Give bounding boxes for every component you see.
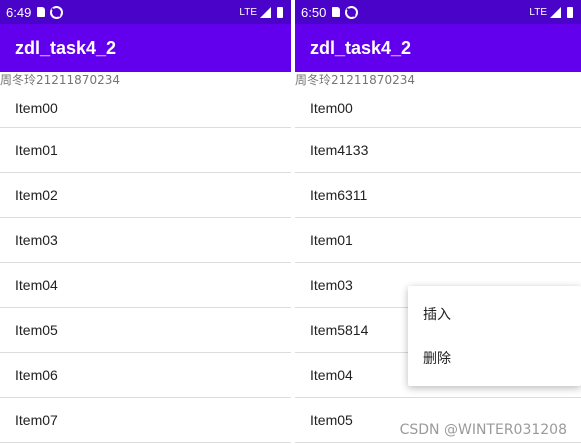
app-bar: zdl_task4_2	[0, 24, 291, 72]
battery-icon	[277, 6, 283, 18]
watermark: CSDN @WINTER031208	[399, 422, 567, 438]
menu-item-insert[interactable]: 插入	[408, 292, 581, 336]
network-type: LTE	[529, 6, 547, 18]
status-right: LTE	[529, 6, 573, 18]
list-item[interactable]: Item01	[0, 128, 291, 173]
app-title: zdl_task4_2	[310, 37, 412, 58]
list-item[interactable]: Item02	[0, 173, 291, 218]
status-time: 6:49	[6, 4, 32, 20]
sim-card-icon	[332, 7, 341, 17]
item-list[interactable]: Item00 Item01 Item02 Item03 Item04 Item0…	[0, 89, 291, 443]
list-item[interactable]: Item01	[295, 218, 581, 263]
list-item[interactable]: Item4133	[295, 128, 581, 173]
app-bar: zdl_task4_2	[295, 24, 581, 72]
status-bar: 6:49 LTE	[0, 0, 291, 24]
status-time: 6:50	[301, 4, 327, 20]
list-item[interactable]: Item03	[0, 218, 291, 263]
sim-card-icon	[37, 7, 46, 17]
battery-icon	[567, 6, 573, 18]
list-item[interactable]: Item00	[295, 89, 581, 128]
signal-icon	[550, 6, 561, 18]
do-not-disturb-icon	[345, 5, 359, 19]
app-title: zdl_task4_2	[15, 37, 117, 58]
signal-icon	[260, 6, 271, 18]
list-item[interactable]: Item06	[0, 353, 291, 398]
student-label: 周冬玲21211870234	[0, 73, 120, 87]
context-menu: 插入 删除	[408, 286, 581, 386]
list-item[interactable]: Item6311	[295, 173, 581, 218]
network-type: LTE	[239, 6, 257, 18]
list-item[interactable]: Item05	[0, 308, 291, 353]
item-list[interactable]: Item00 Item4133 Item6311 Item01 Item03 I…	[295, 89, 581, 443]
list-item[interactable]: Item00	[0, 89, 291, 128]
menu-item-delete[interactable]: 删除	[408, 336, 581, 380]
list-item[interactable]: Item04	[0, 263, 291, 308]
status-bar: 6:50 LTE	[295, 0, 581, 24]
do-not-disturb-icon	[50, 5, 64, 19]
student-label: 周冬玲21211870234	[295, 73, 415, 87]
status-right: LTE	[239, 6, 283, 18]
phone-screen-left: 6:49 LTE zdl_task4_2 周冬玲21211870234 Item…	[0, 0, 291, 444]
list-item[interactable]: Item07	[0, 398, 291, 443]
